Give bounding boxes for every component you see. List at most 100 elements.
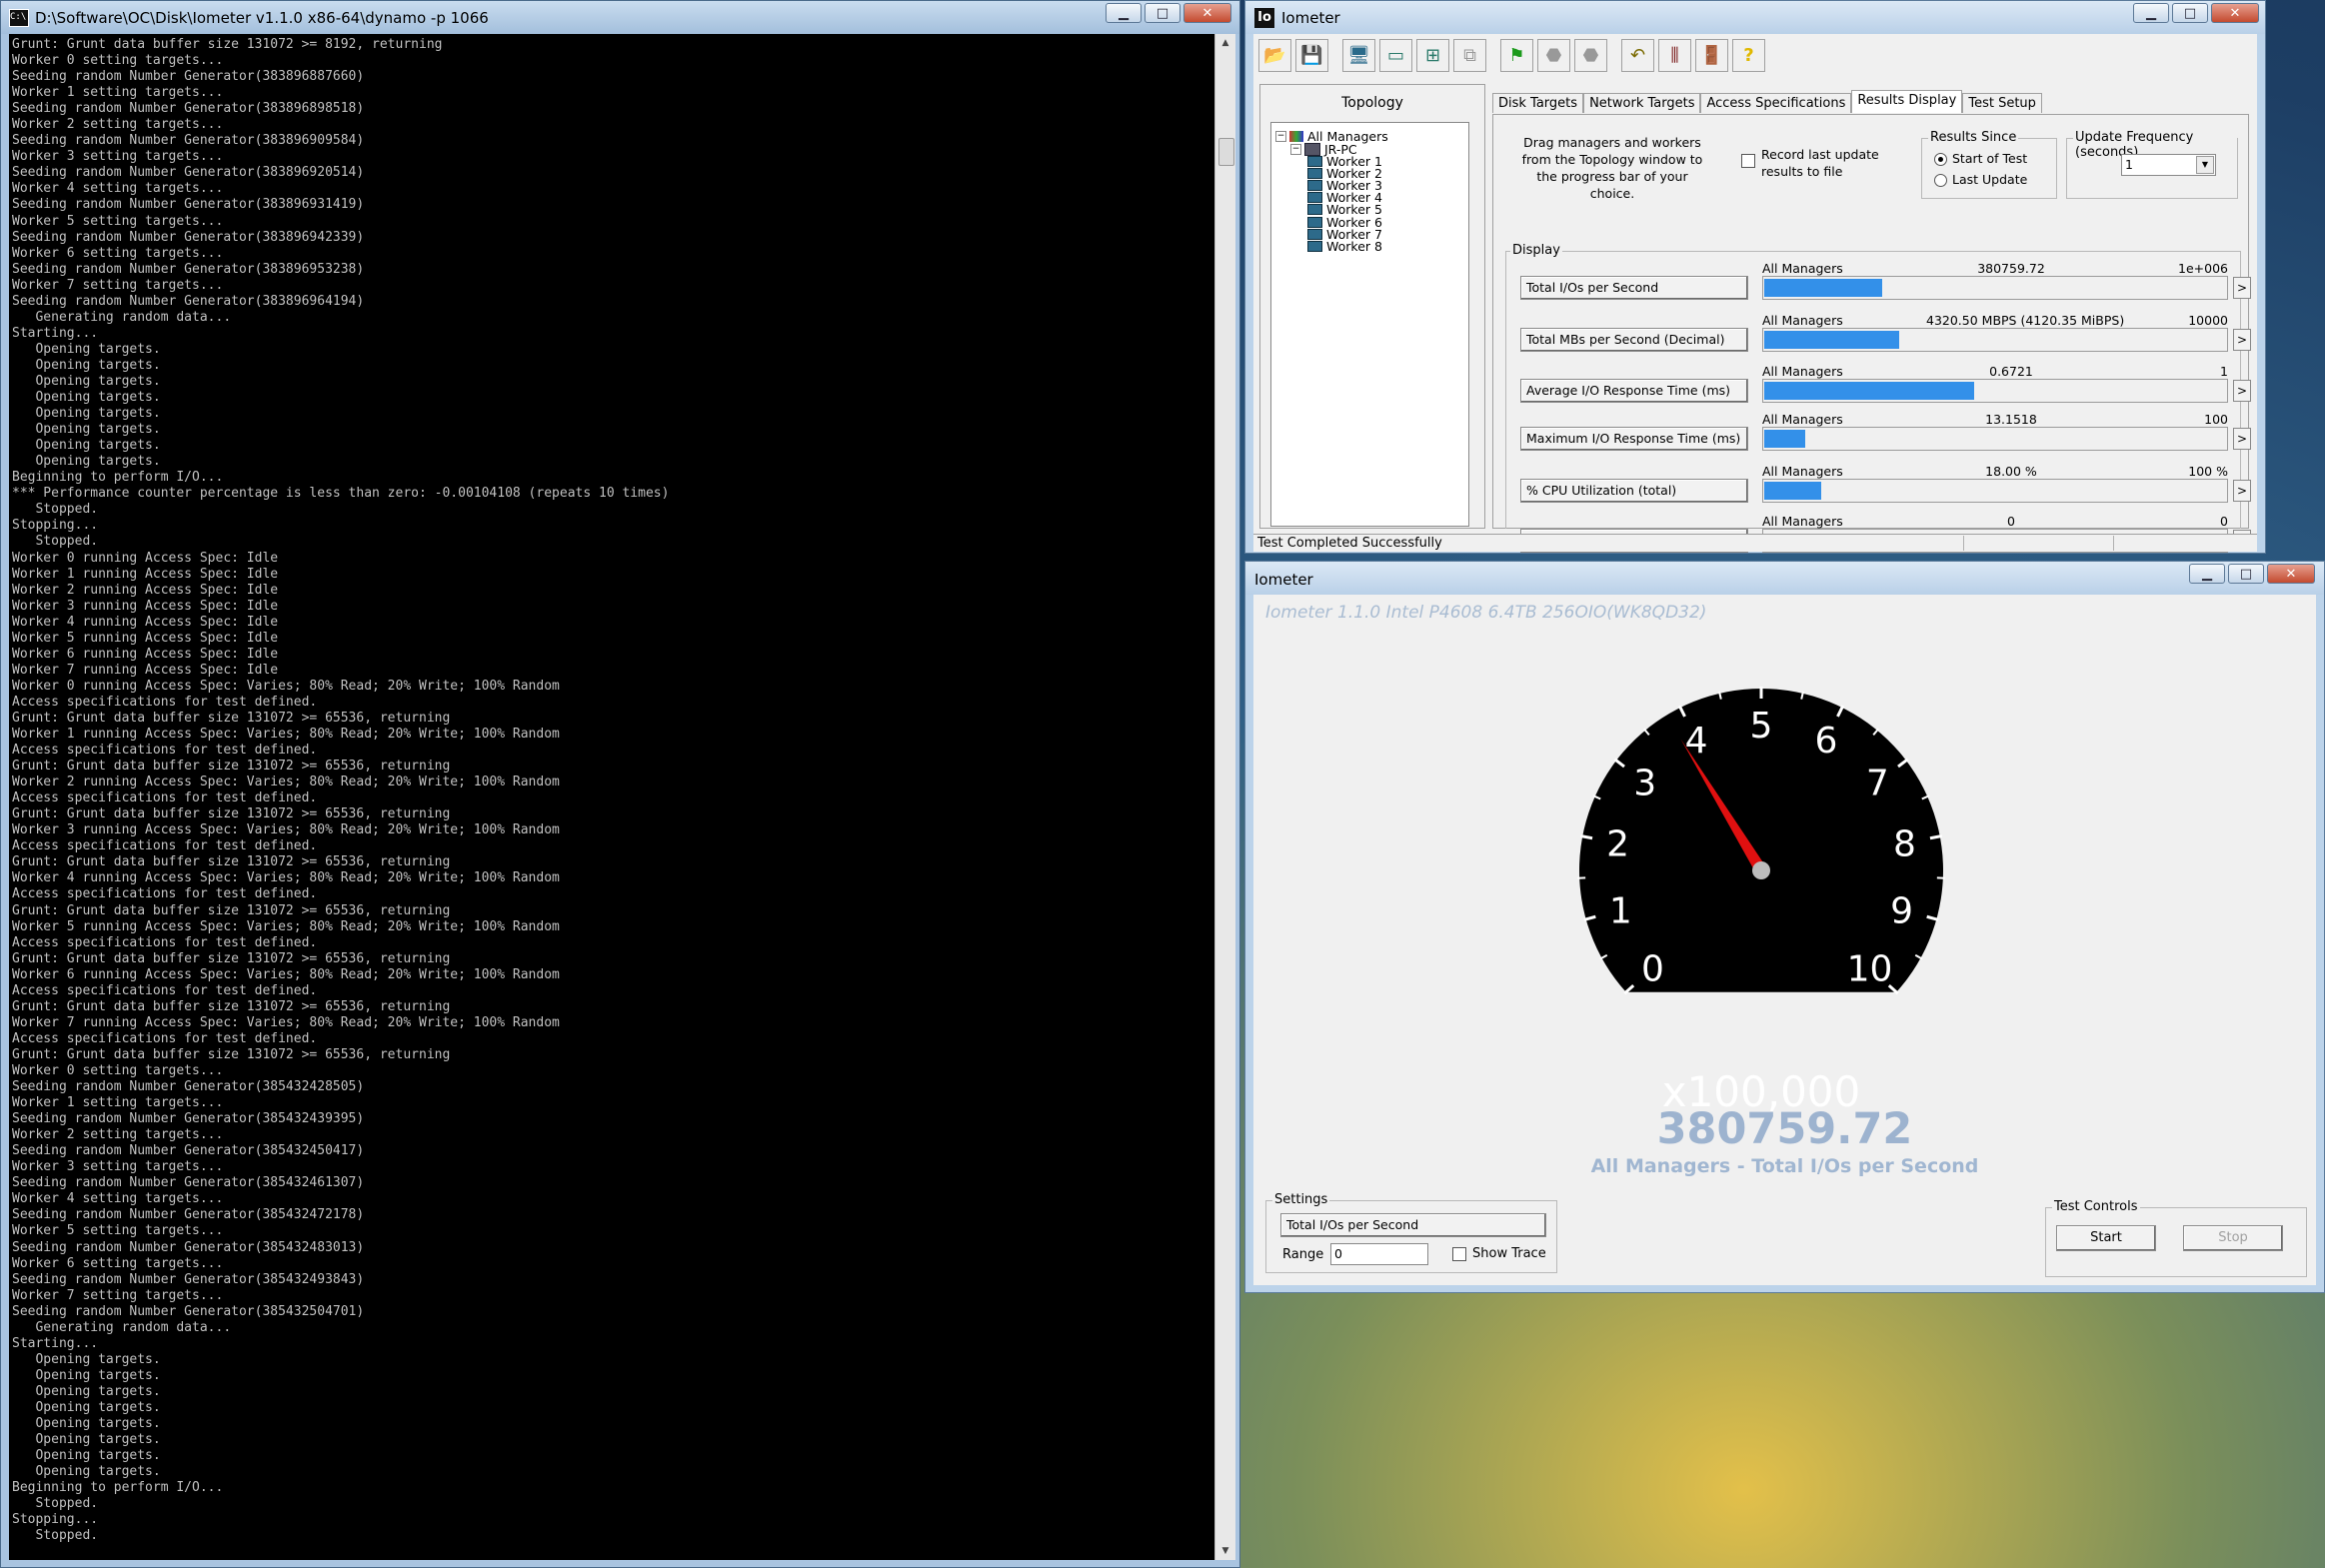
minimize-button[interactable]: ▁ xyxy=(2189,564,2225,584)
close-button[interactable]: ✕ xyxy=(1183,3,1231,23)
console-line: Worker 7 setting targets... xyxy=(12,1287,224,1303)
console-line: Opening targets. xyxy=(12,1383,161,1399)
metric-detail-button[interactable]: > xyxy=(2233,428,2251,450)
metric-progress-bar[interactable] xyxy=(1762,276,2228,300)
minimize-button[interactable]: ▁ xyxy=(1106,3,1142,23)
console-output[interactable]: Grunt: Grunt data buffer size 131072 >= … xyxy=(9,34,1214,1560)
tab-results-display[interactable]: Results Display xyxy=(1851,90,1963,113)
checkbox-box[interactable] xyxy=(1452,1246,1466,1261)
metric-select-button[interactable]: % CPU Utilization (total) xyxy=(1520,479,1748,503)
scroll-down-arrow-icon[interactable]: ▼ xyxy=(1215,1542,1235,1560)
topology-heading: Topology xyxy=(1341,95,1403,111)
metric-progress-bar[interactable] xyxy=(1762,328,2228,352)
metric-max: 100 xyxy=(2204,412,2228,427)
radio-on-icon[interactable] xyxy=(1934,153,1947,166)
console-line: Worker 3 running Access Spec: Idle xyxy=(12,598,279,614)
metric-select-button[interactable]: Total I/Os per Second xyxy=(1520,276,1748,300)
close-button[interactable]: ✕ xyxy=(2267,564,2315,584)
stop-button[interactable]: Stop xyxy=(2183,1225,2283,1251)
console-title-bar[interactable]: C:\ D:\Software\OC\Disk\Iometer v1.1.0 x… xyxy=(1,1,1239,34)
console-line: Worker 2 setting targets... xyxy=(12,1127,224,1143)
metric-progress-bar[interactable] xyxy=(1762,427,2228,451)
console-line: Worker 4 setting targets... xyxy=(12,1191,224,1207)
console-line: Seeding random Number Generator(38389693… xyxy=(12,197,365,213)
metric-select-button[interactable]: Total I/Os per Second xyxy=(1280,1213,1546,1237)
metric-value: 13.1518 xyxy=(1985,412,2037,427)
console-line: Worker 0 setting targets... xyxy=(12,1063,224,1078)
console-line: Opening targets. xyxy=(12,390,161,406)
speedometer-title-bar[interactable]: Iometer ▁ □ ✕ xyxy=(1245,562,2324,595)
console-line: Worker 5 setting targets... xyxy=(12,1223,224,1239)
metric-detail-button[interactable]: > xyxy=(2233,380,2251,402)
results-display-panel: Drag managers and workers from the Topol… xyxy=(1492,114,2251,553)
new-disk-worker-icon[interactable]: ▭ xyxy=(1379,39,1412,72)
maximize-button[interactable]: □ xyxy=(2228,564,2264,584)
stop-test-icon[interactable]: ⬣ xyxy=(1537,39,1570,72)
speedometer-window: Iometer ▁ □ ✕ Iometer 1.1.0 Intel P4608 … xyxy=(1244,561,2325,1293)
select-value: 1 xyxy=(2125,157,2133,172)
metric-select-button[interactable]: Total MBs per Second (Decimal) xyxy=(1520,328,1748,352)
toolbar: 📂 💾 🖥 ▭ ⊞ ⧉ ⚑ ⬣ ⬣ ↶ ⫼ 🚪 ? xyxy=(1258,39,1765,75)
console-line: Worker 5 running Access Spec: Varies; 80… xyxy=(12,918,560,934)
collapse-icon[interactable]: − xyxy=(1290,144,1301,155)
scroll-thumb[interactable] xyxy=(1218,138,1234,166)
scroll-up-arrow-icon[interactable]: ▲ xyxy=(1215,34,1235,52)
metric-select-button[interactable]: Maximum I/O Response Time (ms) xyxy=(1520,427,1748,451)
start-dynamo-icon[interactable]: 🖥 xyxy=(1342,39,1375,72)
duplicate-worker-icon[interactable]: ⧉ xyxy=(1453,39,1486,72)
settings-group: Settings Total I/Os per Second Range 0 S… xyxy=(1265,1192,1557,1273)
metric-value: 18.00 % xyxy=(1985,464,2037,479)
reset-workers-icon[interactable]: ↶ xyxy=(1621,39,1654,72)
iometer-title-bar[interactable]: Io Iometer ▁ □ ✕ xyxy=(1245,1,2265,34)
exit-icon[interactable]: 🚪 xyxy=(1695,39,1728,72)
collapse-icon[interactable]: − xyxy=(1275,131,1286,142)
current-value-label: All Managers - Total I/Os per Second xyxy=(1590,1155,1979,1177)
tab-access-specifications[interactable]: Access Specifications xyxy=(1700,93,1852,113)
console-line: Opening targets. xyxy=(12,1416,161,1432)
console-line: Seeding random Number Generator(38543249… xyxy=(12,1271,365,1287)
console-line: Grunt: Grunt data buffer size 131072 >= … xyxy=(12,806,451,822)
console-line: Seeding random Number Generator(38389696… xyxy=(12,293,365,309)
metric-detail-button[interactable]: > xyxy=(2233,277,2251,299)
tree-node-worker[interactable]: Worker 8 xyxy=(1307,239,1382,254)
open-config-icon[interactable]: 📂 xyxy=(1258,39,1291,72)
metric-progress-bar[interactable] xyxy=(1762,379,2228,403)
topology-tree[interactable]: − All Managers − JR-PC Worker 1 Worker 2W… xyxy=(1270,122,1469,527)
maximize-button[interactable]: □ xyxy=(1145,3,1180,23)
close-button[interactable]: ✕ xyxy=(2211,3,2259,23)
tab-disk-targets[interactable]: Disk Targets xyxy=(1492,93,1584,113)
new-network-worker-icon[interactable]: ⊞ xyxy=(1416,39,1449,72)
stop-all-icon[interactable]: ⬣ xyxy=(1574,39,1607,72)
radio-off-icon[interactable] xyxy=(1934,174,1947,187)
update-frequency-select[interactable]: 1 ▼ xyxy=(2121,154,2216,176)
maximize-button[interactable]: □ xyxy=(2172,3,2208,23)
chevron-down-icon[interactable]: ▼ xyxy=(2196,156,2214,174)
radio-last-update[interactable]: Last Update xyxy=(1934,172,2027,187)
range-input[interactable]: 0 xyxy=(1330,1243,1428,1265)
metric-detail-button[interactable]: > xyxy=(2233,329,2251,351)
save-config-icon[interactable]: 💾 xyxy=(1295,39,1328,72)
checkbox-box[interactable] xyxy=(1741,154,1755,168)
iometer-main-window: Io Iometer ▁ □ ✕ 📂 💾 🖥 ▭ ⊞ ⧉ ⚑ ⬣ ⬣ ↶ ⫼ 🚪… xyxy=(1244,0,2266,554)
record-results-checkbox[interactable]: Record last update results to file xyxy=(1741,146,1901,180)
worker-icon xyxy=(1307,240,1322,252)
metric-detail-button[interactable]: > xyxy=(2233,480,2251,502)
gauge-tick-label: 0 xyxy=(1641,949,1664,990)
gauge-tick-label: 7 xyxy=(1866,764,1889,804)
metric-select-button[interactable]: Average I/O Response Time (ms) xyxy=(1520,379,1748,403)
start-tests-icon[interactable]: ⚑ xyxy=(1500,39,1533,72)
radio-start-of-test[interactable]: Start of Test xyxy=(1934,151,2027,166)
current-value: 380759.72 xyxy=(1656,1104,1913,1154)
metric-progress-bar[interactable] xyxy=(1762,479,2228,503)
disconnect-icon[interactable]: ⫼ xyxy=(1658,39,1691,72)
console-scrollbar[interactable]: ▲ ▼ xyxy=(1214,34,1235,1560)
gauge-hub xyxy=(1752,861,1770,879)
tab-network-targets[interactable]: Network Targets xyxy=(1583,93,1701,113)
display-group: Display Total I/Os per Second All Manager… xyxy=(1505,243,2251,553)
console-line: Worker 7 setting targets... xyxy=(12,277,224,293)
about-icon[interactable]: ? xyxy=(1732,39,1765,72)
start-button[interactable]: Start xyxy=(2056,1225,2156,1251)
show-trace-checkbox[interactable]: Show Trace xyxy=(1452,1246,1546,1261)
tab-test-setup[interactable]: Test Setup xyxy=(1962,93,2042,113)
minimize-button[interactable]: ▁ xyxy=(2133,3,2169,23)
